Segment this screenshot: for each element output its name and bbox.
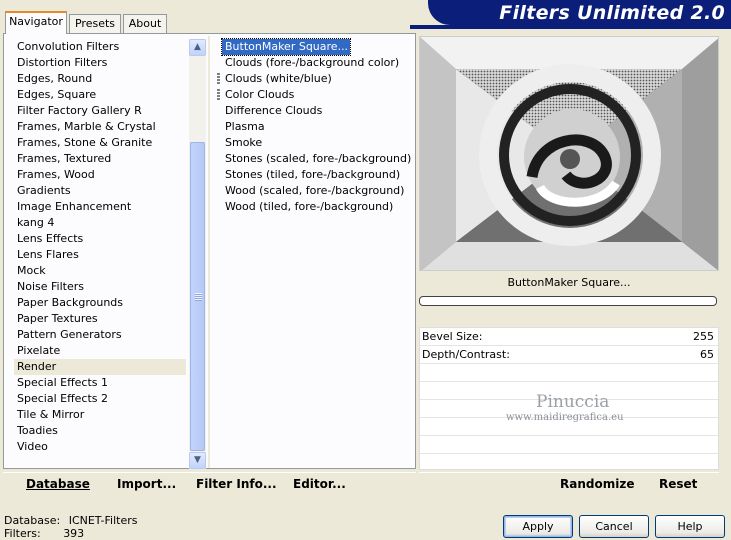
filter-item-label: Wood (scaled, fore-/background) (225, 184, 405, 197)
param-empty-row (420, 436, 718, 454)
category-item[interactable]: Lens Flares (14, 247, 186, 263)
watermark-url: www.maidiregrafica.eu (506, 412, 624, 423)
selected-filter-name: ButtonMaker Square... (419, 272, 719, 294)
filter-list[interactable]: ButtonMaker Square... Clouds (fore-/backg… (217, 38, 412, 215)
param-label: Bevel Size: (422, 330, 483, 343)
category-item[interactable]: Frames, Wood (14, 167, 186, 183)
tab-presets[interactable]: Presets (69, 14, 121, 33)
filter-item-label: ButtonMaker Square... (225, 40, 349, 53)
category-item[interactable]: kang 4 (14, 215, 186, 231)
category-item[interactable]: Frames, Stone & Granite (14, 135, 186, 151)
watermark-name: Pinuccia (536, 392, 610, 412)
tab-navigator[interactable]: Navigator (5, 11, 67, 34)
filter-item-label: Wood (tiled, fore-/background) (225, 200, 394, 213)
filter-item-label: Clouds (fore-/background color) (225, 56, 400, 69)
preview-image (419, 36, 719, 271)
filter-item[interactable]: Plasma (222, 119, 410, 135)
filter-item-label: Plasma (225, 120, 265, 133)
filter-item[interactable]: Color Clouds (217, 87, 410, 103)
category-item[interactable]: Edges, Square (14, 87, 186, 103)
param-bevel-size[interactable]: Bevel Size: 255 (420, 328, 718, 346)
filter-info-button[interactable]: Filter Info... (196, 477, 277, 491)
filter-item[interactable]: Clouds (fore-/background color) (222, 55, 410, 71)
database-button[interactable]: Database (26, 477, 90, 491)
apply-button[interactable]: Apply (503, 515, 573, 538)
filter-item[interactable]: Wood (scaled, fore-/background) (222, 183, 410, 199)
app-title: Filters Unlimited 2.0 (499, 2, 725, 24)
status-filters: Filters: 393 (4, 527, 84, 540)
status-database: Database: ICNET-Filters (4, 514, 137, 527)
category-item[interactable]: Toadies (14, 423, 186, 439)
param-label: Depth/Contrast: (422, 348, 510, 361)
filter-item-label: Clouds (white/blue) (225, 72, 332, 85)
arrow-down-icon[interactable]: ▼ (189, 452, 206, 469)
category-item[interactable]: Distortion Filters (14, 55, 186, 71)
category-item[interactable]: Convolution Filters (14, 39, 186, 55)
tab-about[interactable]: About (123, 14, 167, 33)
progress-bar (419, 296, 717, 306)
category-item[interactable]: Video (14, 439, 186, 455)
category-item[interactable]: Paper Backgrounds (14, 295, 186, 311)
randomize-button[interactable]: Randomize (560, 477, 634, 491)
drag-grip-icon (217, 73, 220, 84)
category-item[interactable]: Filter Factory Gallery R (14, 103, 186, 119)
category-item[interactable]: Tile & Mirror (14, 407, 186, 423)
category-item[interactable]: Gradients (14, 183, 186, 199)
filter-item-label: Color Clouds (225, 88, 295, 101)
category-item[interactable]: Pattern Generators (14, 327, 186, 343)
category-item[interactable]: Special Effects 1 (14, 375, 186, 391)
category-item[interactable]: Mock (14, 263, 186, 279)
arrow-up-icon[interactable]: ▲ (189, 39, 206, 56)
cancel-button[interactable]: Cancel (579, 515, 649, 538)
filter-item[interactable]: ButtonMaker Square... (220, 38, 352, 56)
filter-item[interactable]: Stones (scaled, fore-/background) (222, 151, 412, 167)
category-item[interactable]: Edges, Round (14, 71, 186, 87)
category-item[interactable]: Paper Textures (14, 311, 186, 327)
filter-item-label: Stones (scaled, fore-/background) (225, 152, 412, 165)
category-item[interactable]: Pixelate (14, 343, 186, 359)
category-item[interactable]: Lens Effects (14, 231, 186, 247)
status-filters-label: Filters: (4, 527, 41, 540)
filter-item-label: Difference Clouds (225, 104, 323, 117)
filter-item[interactable]: Wood (tiled, fore-/background) (222, 199, 410, 215)
banner-underline (410, 25, 731, 29)
filter-item[interactable]: Smoke (222, 135, 410, 151)
category-item[interactable]: Image Enhancement (14, 199, 186, 215)
category-item[interactable]: Special Effects 2 (14, 391, 186, 407)
editor-button[interactable]: Editor... (293, 477, 346, 491)
category-item[interactable]: Frames, Textured (14, 151, 186, 167)
category-item[interactable]: Noise Filters (14, 279, 186, 295)
category-list[interactable]: Convolution Filters Distortion Filters Edg… (14, 39, 186, 455)
status-database-value: ICNET-Filters (68, 514, 138, 527)
filter-item-label: Smoke (225, 136, 263, 149)
drag-grip-icon (217, 89, 220, 100)
filter-item[interactable]: Difference Clouds (222, 103, 410, 119)
list-divider (208, 36, 210, 468)
help-button[interactable]: Help (655, 515, 725, 538)
filter-item[interactable]: Stones (tiled, fore-/background) (222, 167, 410, 183)
param-value[interactable]: 65 (700, 348, 714, 361)
filter-item[interactable]: Clouds (white/blue) (217, 71, 410, 87)
category-scrollbar[interactable]: ▲ ▼ (189, 39, 206, 469)
preview-artwork (420, 37, 718, 270)
thumb-grip-icon (195, 293, 202, 301)
param-empty-row (420, 364, 718, 382)
reset-button[interactable]: Reset (659, 477, 697, 491)
param-depth-contrast[interactable]: Depth/Contrast: 65 (420, 346, 718, 364)
category-item[interactable]: Frames, Marble & Crystal (14, 119, 186, 135)
filter-item-label: Stones (tiled, fore-/background) (225, 168, 401, 181)
scrollbar-thumb[interactable] (190, 142, 205, 451)
category-item[interactable]: Render (14, 359, 186, 375)
status-database-label: Database: (4, 514, 61, 527)
status-filters-value: 393 (63, 527, 85, 540)
param-value[interactable]: 255 (693, 330, 714, 343)
title-banner: Filters Unlimited 2.0 (428, 0, 731, 25)
import-button[interactable]: Import... (117, 477, 176, 491)
